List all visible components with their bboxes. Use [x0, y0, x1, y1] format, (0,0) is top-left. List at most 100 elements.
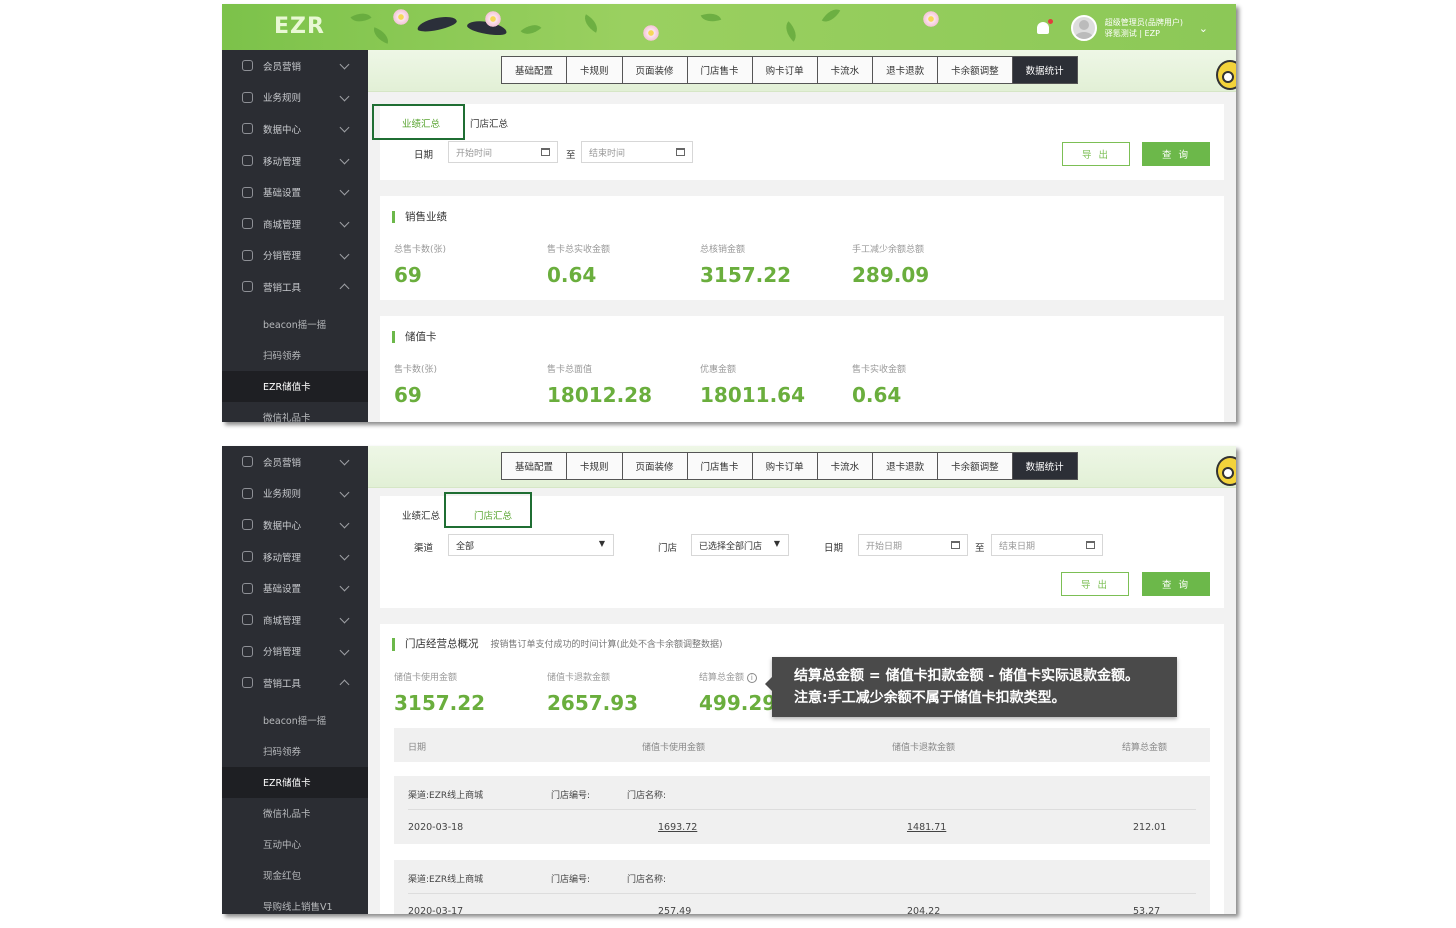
table-group: 渠道:EZR线上商城 门店编号: 门店名称: 2020-03-17 257.49…	[394, 860, 1210, 914]
info-icon[interactable]: i	[746, 673, 757, 683]
query-button[interactable]: 查 询	[1142, 572, 1210, 596]
tab-card-orders[interactable]: 购卡订单	[752, 453, 818, 479]
end-date-input[interactable]: 结束日期	[991, 534, 1103, 556]
grid-icon	[242, 91, 253, 103]
cell-card-refund-link[interactable]: 204.22	[907, 906, 940, 914]
group-store-no: 门店编号:	[551, 875, 591, 885]
sidebar-subitem-ezr-stored-card[interactable]: EZR储值卡	[222, 370, 368, 402]
tab-data-statistics[interactable]: 数据统计	[1012, 453, 1077, 479]
start-date-input[interactable]: 开始时间	[448, 141, 558, 163]
tab-card-flow[interactable]: 卡流水	[817, 453, 874, 479]
sidebar-subitem-wechat-gift-card[interactable]: 微信礼品卡	[222, 402, 368, 422]
table-header: 日期 储值卡使用金额 储值卡退款金额 结算总金额	[394, 728, 1210, 762]
sidebar-subitem-interaction-center[interactable]: 互动中心	[222, 829, 368, 860]
stored-value-card-panel: 储值卡 售卡数(张) 69 售卡总面值 18012.28 优惠金额 18011.64 …	[380, 316, 1224, 422]
filter-panel: 业绩汇总 门店汇总 日期 开始时间 至 结束时间 导 出 查 询	[380, 104, 1224, 180]
sidebar-item-data-center[interactable]: 数据中心	[222, 113, 368, 145]
group-channel: 渠道:EZR线上商城	[408, 791, 484, 801]
sidebar-subitem-scan-coupon[interactable]: 扫码领券	[222, 340, 368, 371]
ezr-logo: EZR	[274, 14, 325, 39]
table-group: 渠道:EZR线上商城 门店编号: 门店名称: 2020-03-18 1693.7…	[394, 776, 1210, 844]
subtab-performance-summary[interactable]: 业绩汇总	[394, 506, 448, 524]
tab-card-rules[interactable]: 卡规则	[567, 453, 623, 479]
tab-card-flow[interactable]: 卡流水	[817, 57, 874, 83]
stat-total-cards-sold: 总售卡数(张) 69	[394, 245, 447, 287]
cell-card-refund-link[interactable]: 1481.71	[907, 822, 946, 833]
sidebar-item-member-marketing[interactable]: 会员营销	[222, 50, 368, 82]
sidebar-item-business-rules[interactable]: 业务规则	[222, 82, 368, 114]
sidebar-subitem-wechat-gift-card[interactable]: 微信礼品卡	[222, 798, 368, 829]
tab-store-card-sales[interactable]: 门店售卡	[687, 453, 753, 479]
sidebar-subitem-guide-online-sales[interactable]: 导购线上销售V1	[222, 891, 368, 914]
subtab-store-summary[interactable]: 门店汇总	[462, 114, 516, 132]
tab-page-decoration[interactable]: 页面装修	[622, 57, 688, 83]
tab-data-statistics[interactable]: 数据统计	[1012, 57, 1077, 83]
start-date-input[interactable]: 开始日期	[858, 534, 968, 556]
stat-cards-sold: 售卡数(张) 69	[394, 365, 438, 407]
gear-icon	[242, 582, 253, 594]
sidebar-item-marketing-tools[interactable]: 营销工具	[222, 271, 368, 303]
sidebar-subitem-beacon[interactable]: beacon摇一摇	[222, 309, 368, 340]
top-banner: EZR 超级管理员(品牌用户) 驿氪测试 | EZP ⌄	[222, 4, 1236, 50]
export-button[interactable]: 导 出	[1061, 572, 1129, 596]
sidebar-item-business-rules[interactable]: 业务规则	[222, 478, 368, 510]
tab-card-orders[interactable]: 购卡订单	[752, 57, 818, 83]
distribution-icon	[242, 249, 253, 261]
avatar[interactable]	[1070, 15, 1097, 41]
stat-face-value: 售卡总面值 18012.28	[547, 365, 653, 407]
sidebar-subitem-scan-coupon[interactable]: 扫码领券	[222, 736, 368, 767]
sidebar-subitem-beacon[interactable]: beacon摇一摇	[222, 705, 368, 736]
mobile-icon	[242, 155, 253, 167]
sidebar-item-mall[interactable]: 商城管理	[222, 604, 368, 636]
channel-label: 渠道	[414, 543, 434, 554]
tab-card-refund[interactable]: 退卡退款	[873, 453, 939, 479]
channel-select[interactable]: 全部 ▼	[448, 534, 614, 556]
tab-balance-adjust[interactable]: 卡余额调整	[938, 57, 1013, 83]
section-title: 销售业绩	[392, 211, 447, 223]
end-date-input[interactable]: 结束时间	[581, 141, 693, 163]
sidebar-item-mobile[interactable]: 移动管理	[222, 145, 368, 177]
section-title: 储值卡	[392, 331, 437, 343]
chevron-down-icon	[339, 550, 350, 561]
sidebar-item-data-center[interactable]: 数据中心	[222, 509, 368, 541]
sidebar-item-distribution[interactable]: 分销管理	[222, 240, 368, 272]
group-store-name: 门店名称:	[627, 875, 667, 885]
notification-bell-icon[interactable]	[1036, 19, 1053, 34]
tab-card-refund[interactable]: 退卡退款	[873, 57, 939, 83]
tab-balance-adjust[interactable]: 卡余额调整	[938, 453, 1013, 479]
sidebar-item-member-marketing[interactable]: 会员营销	[222, 446, 368, 478]
chevron-down-icon	[339, 518, 350, 529]
tab-store-card-sales[interactable]: 门店售卡	[687, 57, 753, 83]
cell-settlement: 212.01	[1133, 822, 1167, 833]
tab-card-rules[interactable]: 卡规则	[567, 57, 623, 83]
cell-date: 2020-03-17	[408, 906, 464, 914]
sidebar-item-marketing-tools[interactable]: 营销工具	[222, 667, 368, 699]
calendar-icon	[951, 541, 960, 549]
user-menu[interactable]: 超级管理员(品牌用户) 驿氪测试 | EZP ⌄	[1036, 10, 1208, 46]
tab-basic-config[interactable]: 基础配置	[502, 57, 568, 83]
sidebar-item-mobile[interactable]: 移动管理	[222, 541, 368, 573]
sidebar-item-distribution[interactable]: 分销管理	[222, 636, 368, 668]
chevron-down-icon	[339, 185, 350, 196]
main-content: 基础配置 卡规则 页面装修 门店售卡 购卡订单 卡流水 退卡退款 卡余额调整 数…	[368, 50, 1236, 422]
sidebar-item-mall[interactable]: 商城管理	[222, 208, 368, 240]
sidebar-subitem-cash-red-packet[interactable]: 现金红包	[222, 860, 368, 891]
chevron-up-icon	[339, 679, 350, 690]
group-header: 渠道:EZR线上商城 门店编号: 门店名称:	[408, 776, 1196, 810]
sidebar-item-settings[interactable]: 基础设置	[222, 572, 368, 604]
cell-card-usage-link[interactable]: 1693.72	[658, 822, 697, 833]
tab-basic-config[interactable]: 基础配置	[502, 453, 568, 479]
chevron-down-icon[interactable]: ⌄	[1199, 22, 1208, 35]
date-label: 日期	[414, 150, 434, 161]
member-icon	[242, 456, 253, 468]
stat-total-redeemed: 总核销金额 3157.22	[700, 245, 792, 287]
cell-card-usage-link[interactable]: 257.49	[658, 906, 691, 914]
tab-page-decoration[interactable]: 页面装修	[622, 453, 688, 479]
sidebar-subitem-ezr-stored-card[interactable]: EZR储值卡	[222, 766, 368, 798]
query-button[interactable]: 查 询	[1142, 142, 1210, 166]
flower-decoration-icon	[642, 24, 660, 42]
sidebar-item-settings[interactable]: 基础设置	[222, 176, 368, 208]
export-button[interactable]: 导 出	[1062, 142, 1130, 166]
store-select[interactable]: 已选择全部门店 ▼	[691, 534, 789, 556]
chevron-down-icon	[339, 645, 350, 656]
